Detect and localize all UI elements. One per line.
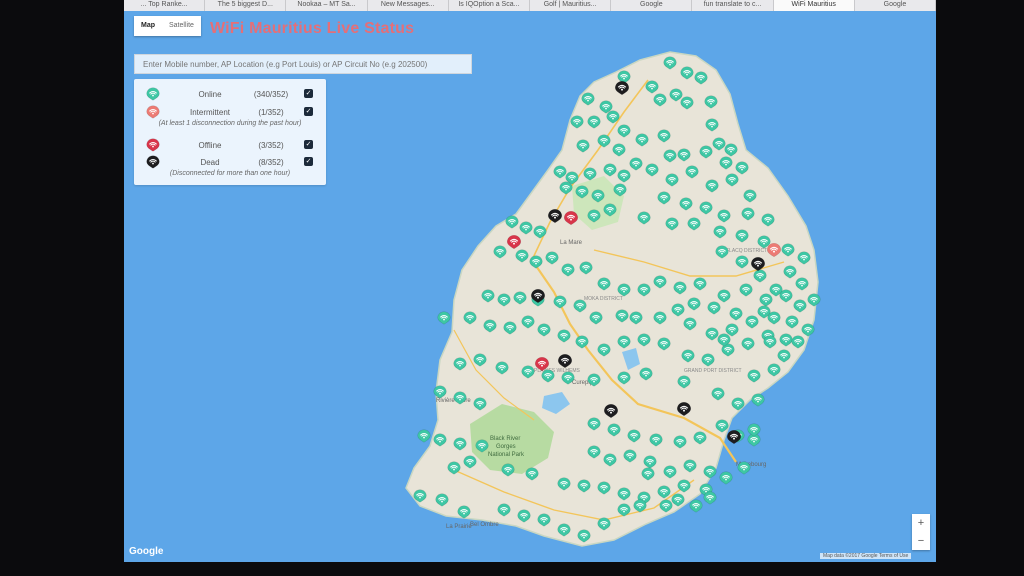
- check-icon[interactable]: ✓: [304, 89, 313, 98]
- map-label-black-river: Black River: [490, 436, 520, 442]
- wifi-pin-icon: [146, 87, 160, 101]
- map-label-la-prairie: La Prairie: [446, 524, 472, 530]
- map-label-gorges: Gorges: [496, 444, 516, 450]
- zoom-out-button[interactable]: −: [912, 532, 930, 550]
- map-label-moka: MOKA DISTRICT: [584, 296, 623, 302]
- page-title: WiFi Mauritius Live Status: [210, 20, 415, 37]
- browser-viewport: La Prairie Black River Gorges National P…: [124, 0, 936, 562]
- legend-count-intermittent: (1/352): [258, 108, 284, 117]
- wifi-pin-icon: [146, 155, 160, 169]
- browser-tab[interactable]: New Messages...: [368, 0, 449, 11]
- map-type-control: Map Satellite: [134, 16, 201, 36]
- check-icon[interactable]: ✓: [304, 107, 313, 116]
- map-type-satellite-button[interactable]: Satellite: [162, 16, 201, 36]
- wifi-pin-icon: [146, 105, 160, 119]
- map-label-grand-port: GRAND PORT DISTRICT: [684, 368, 742, 374]
- legend-row-intermittent[interactable]: Intermittent (1/352) ✓: [134, 105, 326, 119]
- map-label-national-park: National Park: [488, 452, 525, 458]
- map-label-flacq: FLACQ DISTRICT: [726, 248, 767, 254]
- legend-note-dead: (Disconnected for more than one hour): [169, 170, 291, 177]
- legend-count-offline: (3/352): [258, 141, 284, 150]
- legend-label-offline: Offline: [198, 141, 222, 150]
- legend-note-intermittent: (At least 1 disconnection during the pas…: [158, 120, 302, 127]
- map-label-bel-ombre: Bel Ombre: [470, 522, 499, 528]
- browser-tab[interactable]: ... Top Ranke...: [124, 0, 206, 11]
- legend-count-dead: (8/352): [258, 158, 284, 167]
- legend-label-dead: Dead: [200, 158, 220, 167]
- legend-label-intermittent: Intermittent: [189, 108, 230, 117]
- browser-tab[interactable]: The 5 biggest D...: [205, 0, 287, 11]
- browser-tab-strip: ... Top Ranke... The 5 biggest D... Nook…: [124, 0, 936, 11]
- browser-tab[interactable]: Is IQOption a Sca...: [449, 0, 531, 11]
- google-logo: Google: [129, 546, 164, 557]
- zoom-in-button[interactable]: +: [912, 514, 930, 532]
- map-type-map-button[interactable]: Map: [134, 16, 162, 36]
- browser-tab[interactable]: fun translate to c...: [692, 0, 774, 11]
- search-input[interactable]: [134, 54, 472, 74]
- map-label-la-mare: La Mare: [560, 240, 583, 246]
- legend-row-dead[interactable]: Dead (8/352) ✓: [134, 155, 326, 169]
- legend-row-online[interactable]: Online (340/352) ✓: [134, 87, 326, 101]
- check-icon[interactable]: ✓: [304, 157, 313, 166]
- legend-row-offline[interactable]: Offline (3/352) ✓: [134, 138, 326, 152]
- check-icon[interactable]: ✓: [304, 140, 313, 149]
- status-legend: Online (340/352) ✓ Intermittent (1/352) …: [134, 79, 326, 185]
- browser-tab[interactable]: Google: [855, 0, 936, 11]
- legend-count-online: (340/352): [253, 90, 289, 99]
- browser-tab[interactable]: Golf | Mauritius...: [530, 0, 612, 11]
- browser-tab-active[interactable]: WiFi Mauritius: [773, 0, 855, 11]
- legend-label-online: Online: [198, 90, 222, 99]
- map-attribution[interactable]: Map data ©2017 Google Terms of Use: [820, 553, 912, 559]
- browser-tab[interactable]: Google: [611, 0, 693, 11]
- zoom-control: + −: [912, 514, 930, 550]
- wifi-pin-icon: [146, 138, 160, 152]
- browser-tab[interactable]: Nookaa – MT Sa...: [286, 0, 368, 11]
